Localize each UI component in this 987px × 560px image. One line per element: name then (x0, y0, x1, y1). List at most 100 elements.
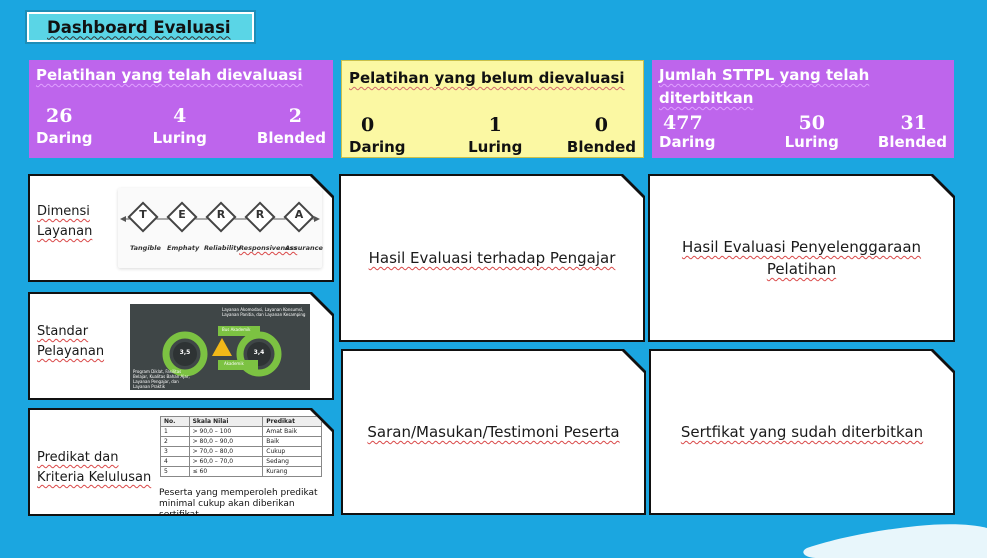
card-sertifikat[interactable]: Sertfikat yang sudah diterbitkan (651, 351, 953, 513)
table-cell: Baik (263, 437, 322, 447)
stat-value: 2 (288, 105, 302, 127)
table-row: 4 > 60,0 – 70,0 Sedang (161, 457, 322, 467)
stat-luring: 50 Luring (785, 114, 839, 152)
gauge-value: 3,5 (179, 349, 191, 356)
table-cell: > 70,0 – 80,0 (189, 447, 263, 457)
table-header: Predikat (263, 417, 322, 427)
card-label: Dimensi Layanan (37, 202, 92, 242)
stat-daring: 477 Daring (659, 114, 716, 152)
stat-luring: 1 Luring (468, 113, 522, 157)
stat-daring: 26 Daring (36, 104, 93, 148)
card-predikat[interactable]: Predikat dan Kriteria Kelulusan No. Skal… (30, 410, 332, 514)
table-cell: Cukup (263, 447, 322, 457)
card-label-line: Pelayanan (37, 344, 105, 359)
stat-luring: 4 Luring (153, 104, 207, 148)
card-label: Standar Pelayanan (37, 322, 104, 362)
card-hasil-evaluasi-pengajar[interactable]: Hasil Evaluasi terhadap Pengajar (341, 176, 643, 340)
card-saran-masukan[interactable]: Saran/Masukan/Testimoni Peserta (343, 351, 644, 513)
stat-value: 26 (46, 105, 73, 127)
stat-row: 477 Daring 50 Luring 31 Blended (659, 114, 947, 152)
stat-value: 50 (798, 112, 825, 134)
standar-infographic: 3,5 3,4 Bus Akademik Akademik Layanan Ak… (130, 304, 310, 390)
terra-letter: R (255, 208, 265, 221)
stat-label: Blended (566, 138, 636, 156)
card-standar-pelayanan[interactable]: Standar Pelayanan 3,5 3,4 Bus Akademik A… (30, 294, 332, 398)
table-cell: Kurang (263, 467, 322, 477)
stat-title: Pelatihan yang telah dievaluasi (36, 66, 303, 84)
gauge-tag: Bus Akademik (222, 327, 251, 332)
table-cell: Amat Baik (263, 427, 322, 437)
card-label-line: Kriteria Kelulusan (37, 470, 152, 485)
stat-card-evaluated[interactable]: Pelatihan yang telah dievaluasi 26 Darin… (29, 60, 333, 158)
card-label: Saran/Masukan/Testimoni Peserta (343, 421, 644, 443)
table-row: 1 > 90,0 – 100 Amat Baik (161, 427, 322, 437)
terra-dimension-label: Tangible (130, 244, 161, 252)
stat-title: Jumlah STTPL yang telah diterbitkan (659, 66, 870, 107)
card-label-line: Standar (37, 324, 89, 339)
stat-blended: 0 Blended (567, 113, 636, 157)
gauge-tag: Akademik (224, 361, 244, 366)
table-cell: 5 (161, 467, 190, 477)
stat-label: Luring (152, 129, 207, 147)
terra-dimension-label: Reliability (204, 244, 241, 252)
table-row: 3 > 70,0 – 80,0 Cukup (161, 447, 322, 457)
stat-blended: 2 Blended (257, 104, 326, 148)
terra-diagram: T E R R A Tangible Emphaty Reliability R… (118, 188, 322, 268)
stat-value: 477 (663, 112, 703, 134)
card-label: Hasil Evaluasi terhadap Pengajar (341, 247, 643, 269)
table-cell: 4 (161, 457, 190, 467)
card-label-line: Dimensi (37, 204, 90, 219)
stat-title: Pelatihan yang belum dievaluasi (349, 69, 625, 87)
stat-label: Luring (784, 133, 839, 151)
stat-row: 26 Daring 4 Luring 2 Blended (36, 104, 326, 148)
table-row: 5 ≤ 60 Kurang (161, 467, 322, 477)
dashboard-title-tab: Dashboard Evaluasi (27, 12, 254, 42)
dashboard-slide: Dashboard Evaluasi Pelatihan yang telah … (0, 0, 987, 558)
stat-value: 1 (488, 114, 502, 136)
predikat-note: Peserta yang memperoleh predikat minimal… (159, 488, 318, 520)
card-label: Hasil Evaluasi Penyelenggaraan Pelatihan (650, 236, 953, 280)
stat-label: Blended (877, 133, 947, 151)
card-label-line: Predikat dan (37, 450, 119, 465)
stat-label: Daring (349, 138, 406, 156)
stat-value: 0 (594, 114, 608, 136)
table-cell: > 60,0 – 70,0 (189, 457, 263, 467)
card-text: Hasil Evaluasi terhadap Pengajar (368, 249, 616, 267)
table-cell: > 80,0 – 90,0 (189, 437, 263, 447)
terra-letter: T (139, 208, 147, 221)
table-row: 2 > 80,0 – 90,0 Baik (161, 437, 322, 447)
stat-card-not-evaluated[interactable]: Pelatihan yang belum dievaluasi 0 Daring… (341, 60, 644, 158)
stat-value: 4 (173, 105, 187, 127)
stat-label: Daring (659, 133, 716, 151)
terra-dimension-label: Assurance (285, 244, 323, 252)
terra-letter: A (294, 208, 304, 221)
stat-card-sttpl[interactable]: Jumlah STTPL yang telah diterbitkan 477 … (652, 60, 954, 158)
card-dimensi-layanan[interactable]: Dimensi Layanan T E R R A Tangible Empha… (30, 176, 332, 280)
card-label-line: Layanan (37, 224, 93, 239)
stat-value: 31 (900, 112, 927, 134)
table-cell: ≤ 60 (189, 467, 263, 477)
card-text: Saran/Masukan/Testimoni Peserta (367, 423, 620, 441)
predikat-table: No. Skala Nilai Predikat 1 > 90,0 – 100 … (160, 416, 322, 477)
table-header: Skala Nilai (189, 417, 263, 427)
stat-label: Luring (468, 138, 523, 156)
table-header-row: No. Skala Nilai Predikat (161, 417, 322, 427)
stat-label: Daring (36, 129, 93, 147)
card-label: Predikat dan Kriteria Kelulusan (37, 448, 151, 488)
card-text: Hasil Evaluasi Penyelenggaraan Pelatihan (681, 238, 922, 278)
table-cell: 2 (161, 437, 190, 447)
card-text: Sertfikat yang sudah diterbitkan (680, 423, 924, 441)
stat-label: Blended (256, 129, 326, 147)
table-header: No. (161, 417, 190, 427)
card-hasil-evaluasi-penyelenggaraan[interactable]: Hasil Evaluasi Penyelenggaraan Pelatihan (650, 176, 953, 340)
infographic-text: Layanan Akomodasi, Layanan Konsumsi, Lay… (222, 307, 306, 317)
terra-letter: R (216, 208, 226, 221)
slide-frame: Dashboard Evaluasi Pelatihan yang telah … (0, 0, 987, 560)
table-cell: 3 (161, 447, 190, 457)
stat-daring: 0 Daring (349, 113, 406, 157)
stat-blended: 31 Blended (878, 114, 947, 152)
card-label: Sertfikat yang sudah diterbitkan (651, 421, 953, 443)
terra-dimension-label: Emphaty (167, 244, 200, 252)
table-cell: Sedang (263, 457, 322, 467)
decorative-hand-shape (803, 524, 987, 558)
